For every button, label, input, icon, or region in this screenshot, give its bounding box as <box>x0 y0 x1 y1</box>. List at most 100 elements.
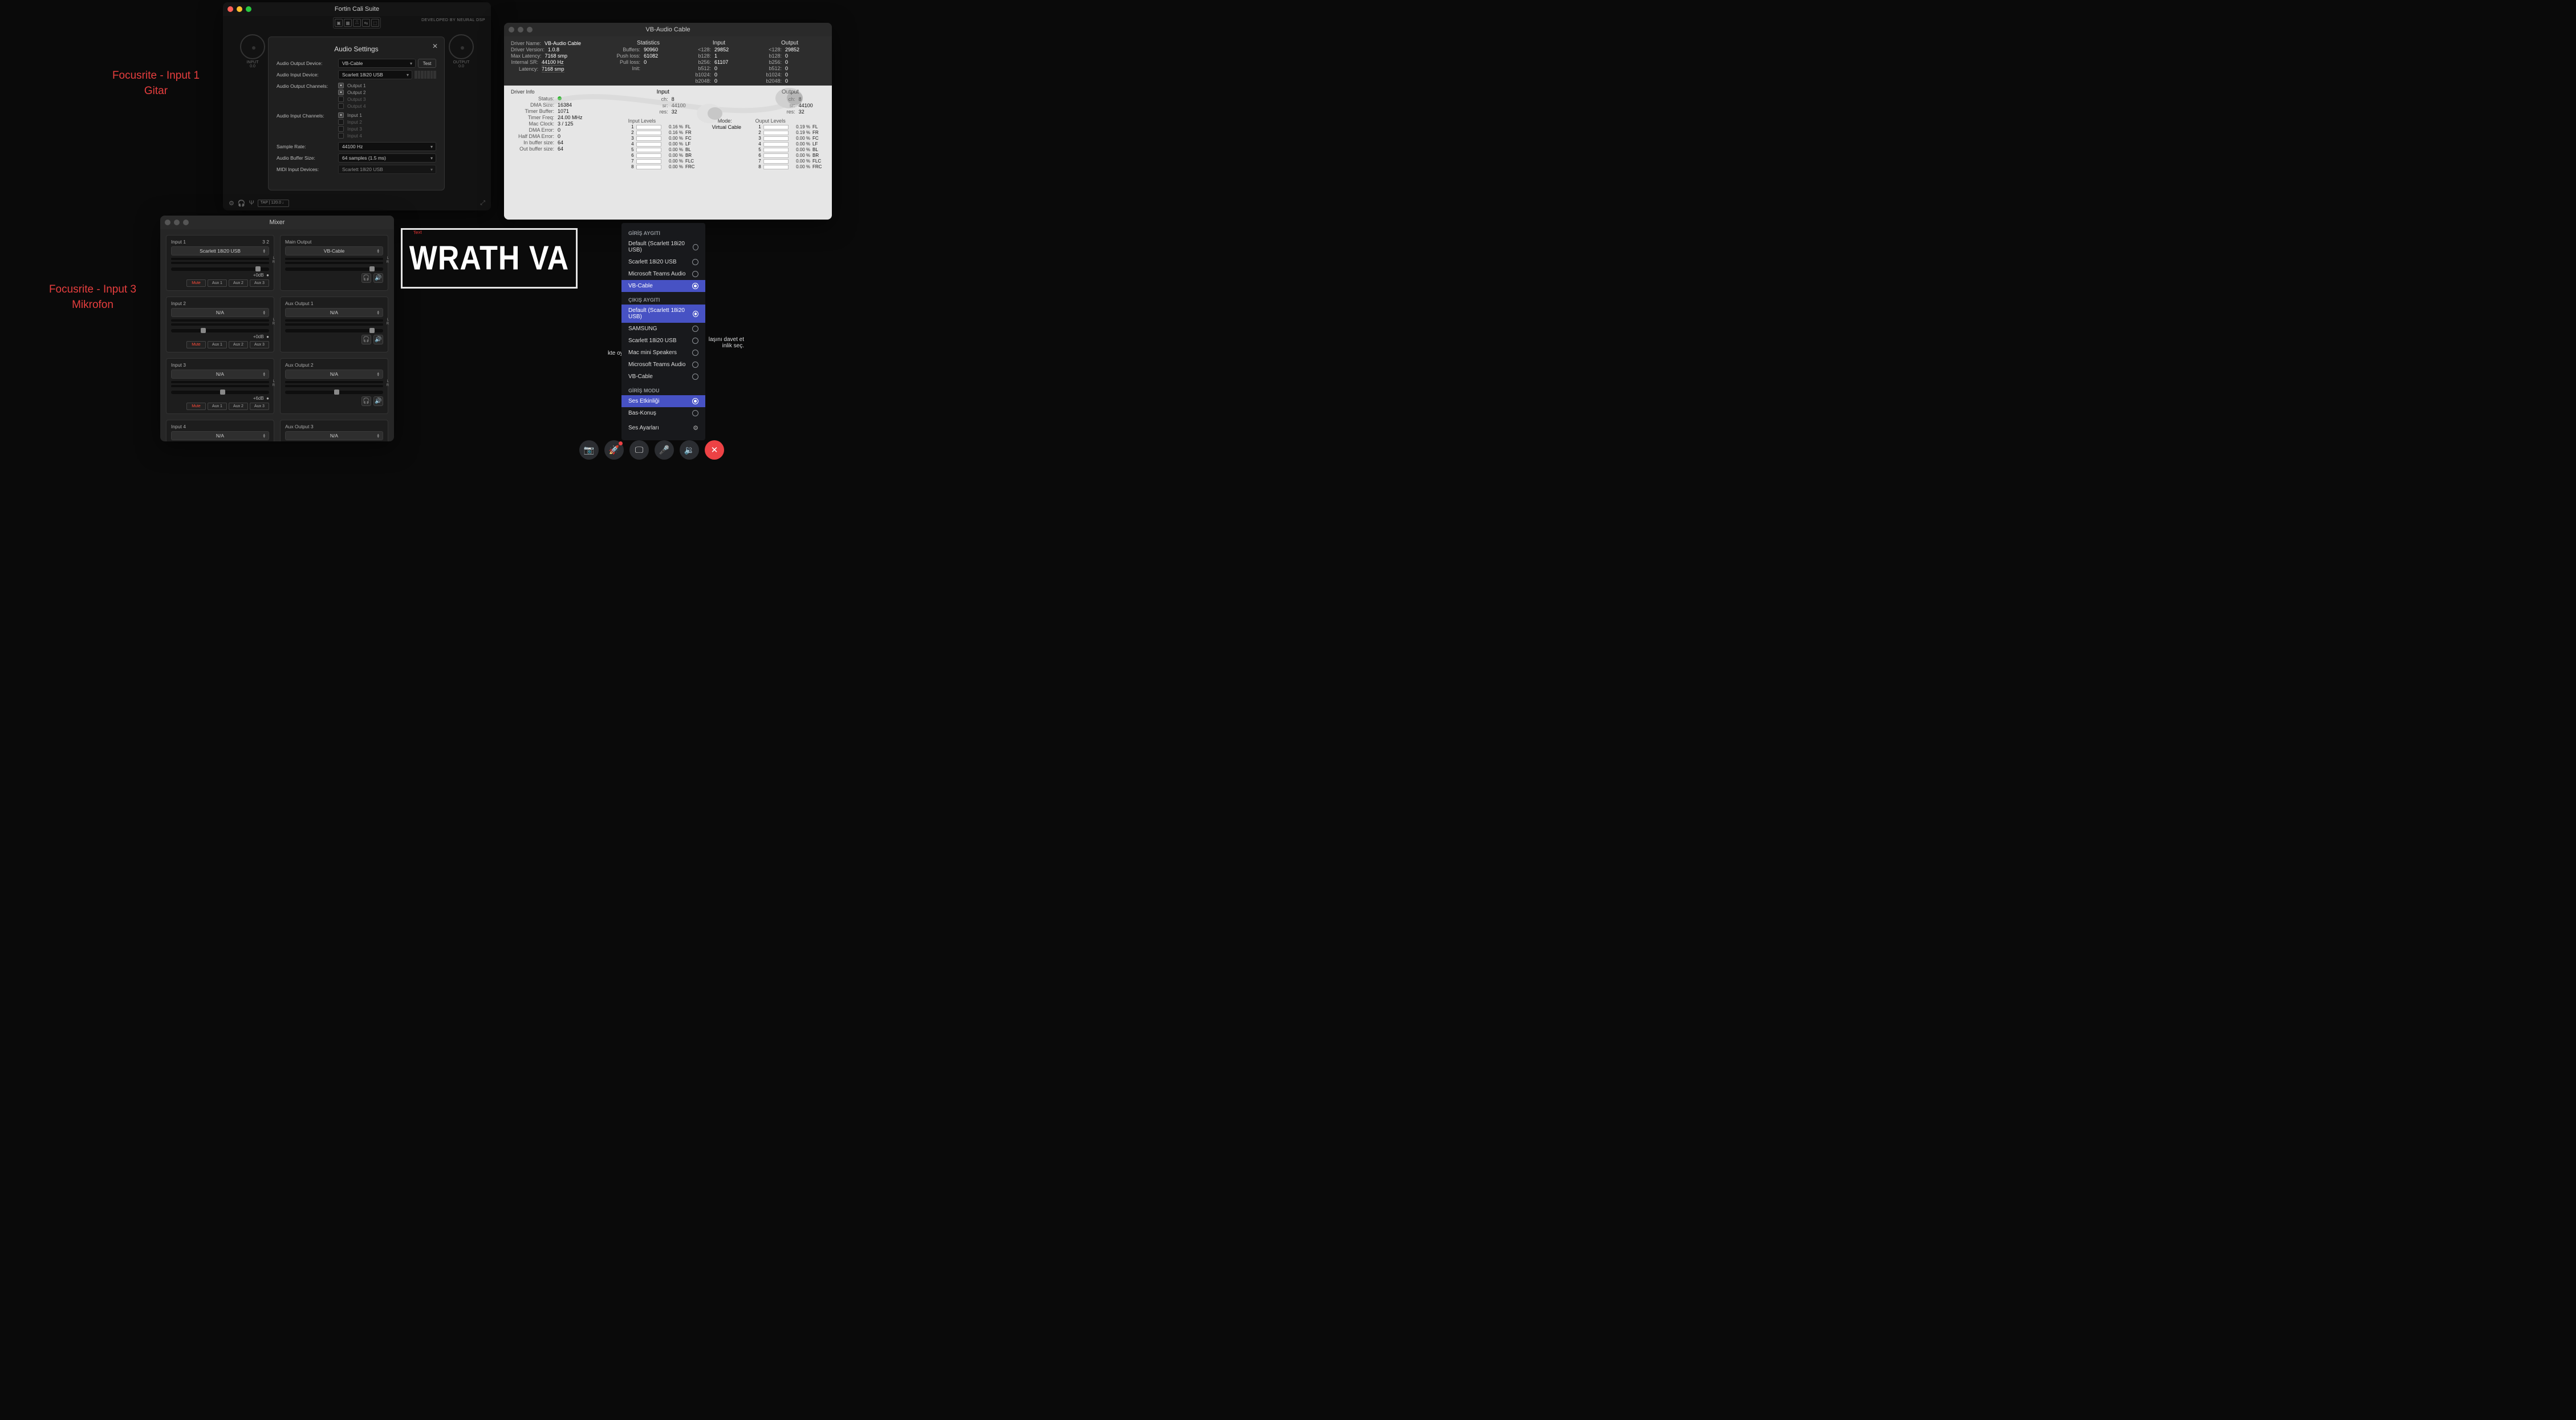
device-dropdown[interactable]: VB-Cable <box>285 246 383 255</box>
output-toggle[interactable]: 🎧 <box>361 335 371 344</box>
channel-checkbox[interactable]: Output 2 <box>338 90 436 95</box>
aux-button[interactable]: Aux 3 <box>250 403 269 410</box>
view-icon[interactable]: ⇆ <box>362 19 370 27</box>
device-dropdown[interactable]: N/A <box>285 431 383 440</box>
channel-checkbox[interactable]: Output 4 <box>338 103 436 109</box>
tuner-icon[interactable]: Ψ <box>249 200 254 207</box>
input-knob[interactable] <box>240 34 265 59</box>
device-dropdown[interactable]: Scarlett 18i20 USB <box>171 246 269 255</box>
mute-button[interactable]: 🎤 <box>655 440 674 460</box>
channel-checkbox[interactable]: Input 2 <box>338 119 436 125</box>
minimize-icon[interactable] <box>174 220 180 225</box>
device-option[interactable]: Default (Scarlett 18i20 USB) <box>621 305 705 323</box>
device-option[interactable]: Default (Scarlett 18i20 USB) <box>621 238 705 256</box>
channel-checkbox[interactable]: Input 4 <box>338 133 436 139</box>
pan-slider[interactable] <box>171 329 269 332</box>
disconnect-button[interactable]: ✕ <box>705 440 724 460</box>
audio-settings-item[interactable]: Ses Ayarları ⚙ <box>621 421 705 435</box>
device-option[interactable]: Microsoft Teams Audio <box>621 268 705 280</box>
checkbox-icon <box>338 126 344 132</box>
device-option[interactable]: Scarlett 18i20 USB <box>621 335 705 347</box>
zoom-icon[interactable] <box>527 27 533 33</box>
pan-slider[interactable] <box>171 391 269 394</box>
aux-button[interactable]: Aux 1 <box>208 279 227 287</box>
device-option[interactable]: Mac mini Speakers <box>621 347 705 359</box>
device-option[interactable]: SAMSUNG <box>621 323 705 335</box>
buffer-size-dropdown[interactable]: 64 samples (1.5 ms) <box>338 153 436 163</box>
aux-button[interactable]: Aux 1 <box>208 403 227 410</box>
input-device-dropdown[interactable]: Scarlett 18i20 USB <box>338 70 412 79</box>
device-dropdown[interactable]: N/A <box>171 431 269 440</box>
zoom-icon[interactable] <box>183 220 189 225</box>
mixer-titlebar[interactable]: Mixer <box>160 216 394 229</box>
mute-button[interactable]: Mute <box>186 341 206 348</box>
aux-button[interactable]: Aux 2 <box>229 403 248 410</box>
output-toggle[interactable]: 🎧 <box>361 273 371 283</box>
latency-value[interactable]: 7168 smp <box>542 66 564 72</box>
gear-icon[interactable]: ⚙ <box>229 200 234 207</box>
device-option[interactable]: Scarlett 18i20 USB <box>621 256 705 268</box>
activity-button[interactable]: 🚀 <box>604 440 624 460</box>
view-icon[interactable]: ▣ <box>335 19 343 27</box>
video-button[interactable]: 📷 <box>579 440 599 460</box>
device-dropdown[interactable]: N/A <box>171 308 269 317</box>
test-button[interactable]: Test <box>418 59 436 68</box>
expand-icon[interactable]: ⤢ <box>480 200 485 207</box>
soundboard-button[interactable]: 🔉 <box>680 440 699 460</box>
view-icon[interactable]: ▦ <box>344 19 352 27</box>
channel-checkbox[interactable]: Output 1 <box>338 83 436 88</box>
output-toggle[interactable]: 🔊 <box>373 335 383 344</box>
device-dropdown[interactable]: N/A <box>285 308 383 317</box>
pan-slider[interactable] <box>285 329 383 332</box>
internal-sr-value[interactable]: 44100 Hz <box>542 59 564 66</box>
view-icon[interactable]: ⬚ <box>371 19 379 27</box>
share-screen-button[interactable]: 🖵 <box>629 440 649 460</box>
output-knob[interactable] <box>449 34 474 59</box>
tap-tempo[interactable]: TAP | 120.0 ♩ <box>258 200 289 207</box>
device-option[interactable]: Bas-Konuş <box>621 407 705 419</box>
pan-slider[interactable] <box>285 267 383 271</box>
close-icon[interactable] <box>509 27 514 33</box>
device-option[interactable]: VB-Cable <box>621 280 705 292</box>
channel-checkbox[interactable]: Input 1 <box>338 112 436 118</box>
vb-titlebar[interactable]: VB-Audio Cable <box>504 23 832 36</box>
device-dropdown[interactable]: N/A <box>285 370 383 379</box>
status-dot-icon <box>558 96 562 100</box>
pan-slider[interactable] <box>171 267 269 271</box>
fortin-view-switcher[interactable]: ▣▦⎍⇆⬚ <box>333 17 381 29</box>
device-option[interactable]: Ses Etkinliği <box>621 395 705 407</box>
view-icon[interactable]: ⎍ <box>353 19 361 27</box>
pan-slider[interactable] <box>285 391 383 394</box>
fortin-titlebar[interactable]: Fortin Cali Suite <box>223 2 491 16</box>
level-row: 80.00 %FRC <box>755 164 825 169</box>
sample-rate-dropdown[interactable]: 44100 Hz <box>338 142 436 151</box>
output-device-dropdown[interactable]: VB-Cable <box>338 59 416 68</box>
device-option[interactable]: Microsoft Teams Audio <box>621 359 705 371</box>
device-option[interactable]: VB-Cable <box>621 371 705 383</box>
zoom-icon[interactable] <box>246 6 251 12</box>
minimize-icon[interactable] <box>518 27 523 33</box>
channel-checkbox[interactable]: Output 3 <box>338 96 436 102</box>
aux-button[interactable]: Aux 1 <box>208 341 227 348</box>
output-toggle[interactable]: 🔊 <box>373 273 383 283</box>
level-row: 40.00 %LF <box>755 141 825 147</box>
minimize-icon[interactable] <box>237 6 242 12</box>
channel-checkbox[interactable]: Input 3 <box>338 126 436 132</box>
device-dropdown[interactable]: N/A <box>171 370 269 379</box>
checkbox-icon <box>338 83 344 88</box>
output-toggle[interactable]: 🎧 <box>361 396 371 406</box>
output-toggle[interactable]: 🔊 <box>373 396 383 406</box>
close-icon[interactable] <box>227 6 233 12</box>
settings-label: Ses Ayarları <box>628 425 659 431</box>
mute-button[interactable]: Mute <box>186 403 206 410</box>
midi-input-dropdown[interactable]: Scarlett 18i20 USB <box>338 165 436 174</box>
close-icon[interactable]: ✕ <box>432 42 438 50</box>
mute-button[interactable]: Mute <box>186 279 206 287</box>
close-icon[interactable] <box>165 220 170 225</box>
aux-button[interactable]: Aux 2 <box>229 279 248 287</box>
kv-value: 32 <box>672 109 677 115</box>
aux-button[interactable]: Aux 2 <box>229 341 248 348</box>
aux-button[interactable]: Aux 3 <box>250 341 269 348</box>
headphones-icon[interactable]: 🎧 <box>238 200 246 207</box>
aux-button[interactable]: Aux 3 <box>250 279 269 287</box>
